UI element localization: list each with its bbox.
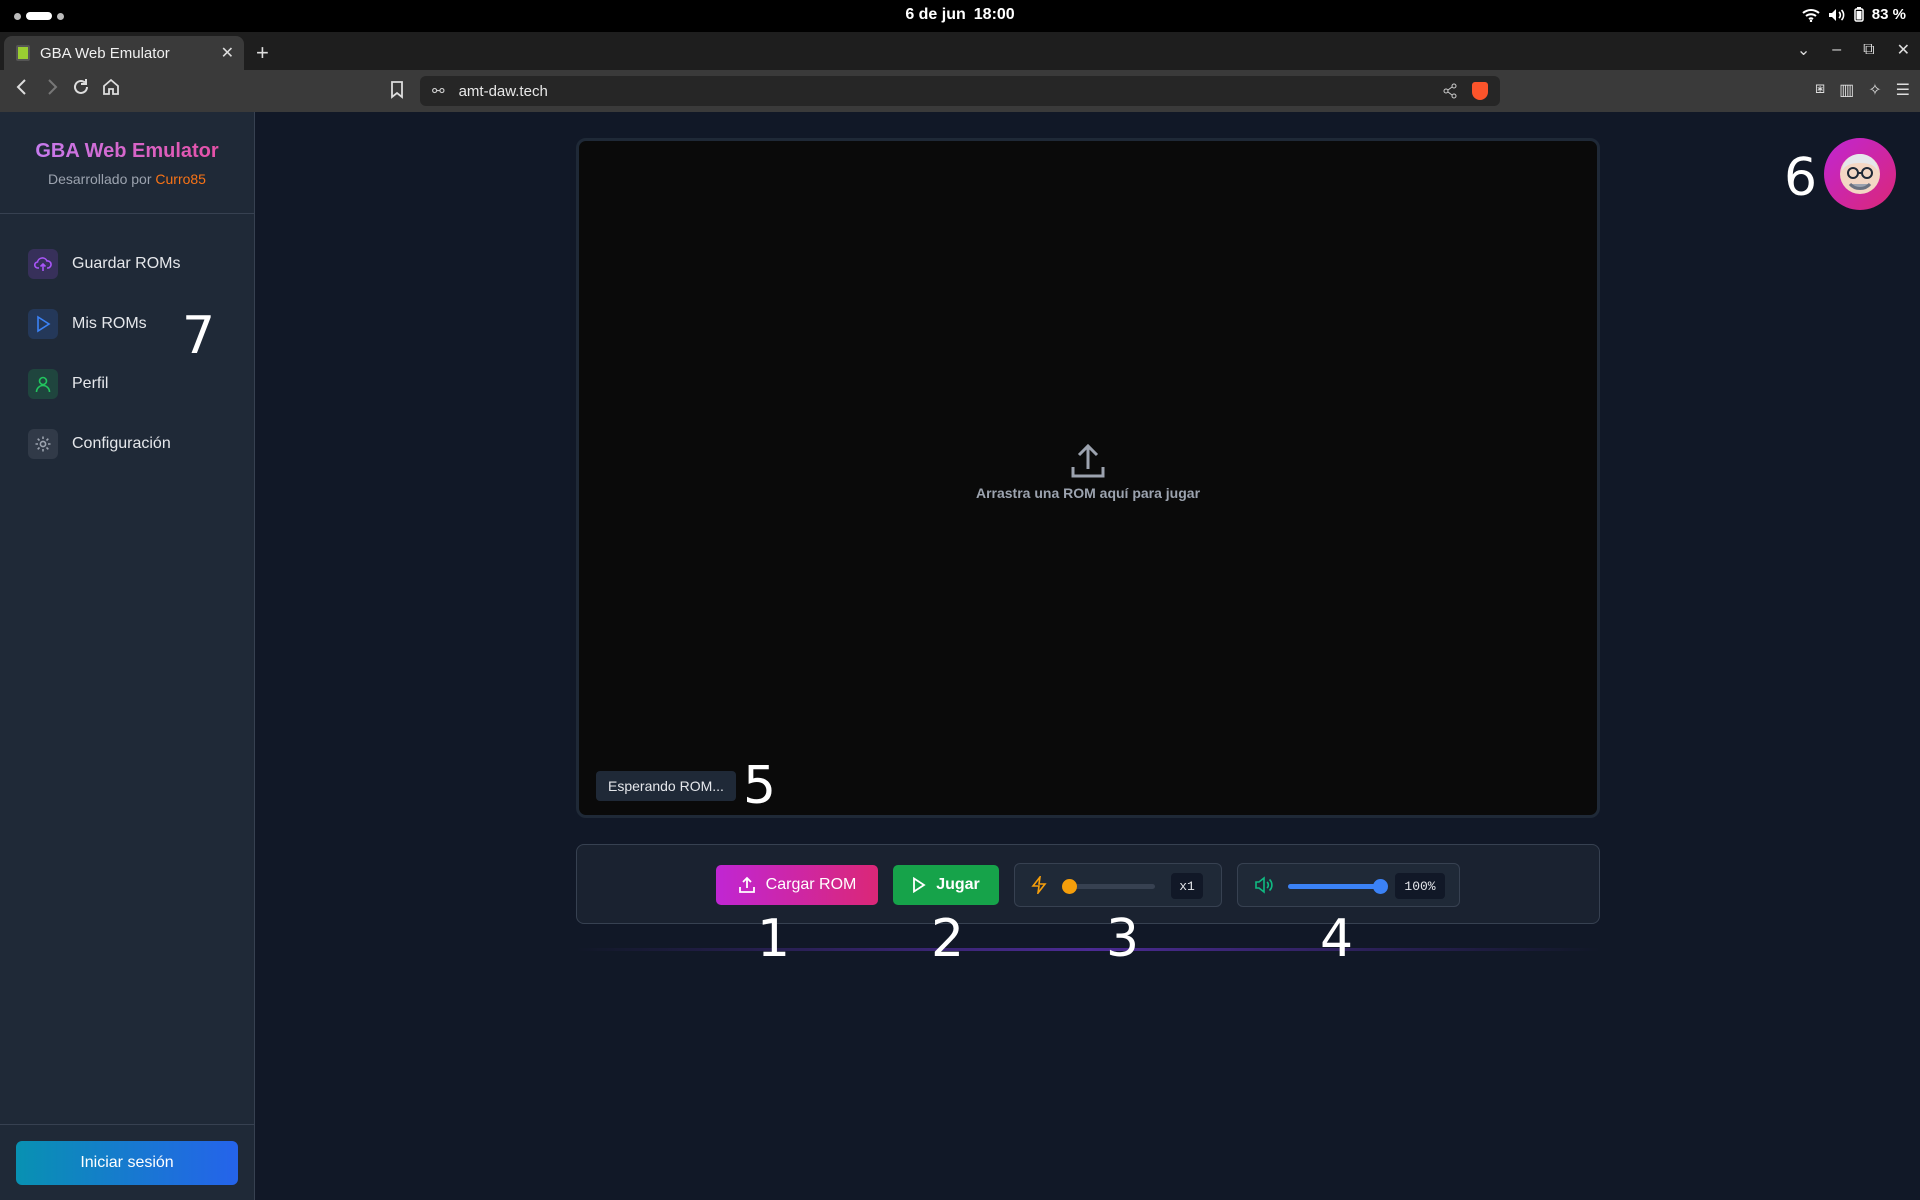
volume-control: 100% [1237, 863, 1460, 907]
clock-time: 18:00 [973, 6, 1015, 23]
sidebar-item-mis-roms[interactable]: Mis ROMs [0, 294, 254, 354]
sidebar-toggle-icon[interactable]: ▥ [1839, 80, 1854, 100]
annotation-marker-6: 6 [1784, 148, 1818, 208]
tab-title: GBA Web Emulator [40, 44, 170, 62]
forward-icon[interactable] [44, 78, 60, 96]
battery-percentage: 83 % [1871, 6, 1906, 23]
back-icon[interactable] [14, 78, 30, 96]
close-window-icon[interactable]: ✕ [1897, 40, 1910, 60]
window-controls: ⌄ – ⧉ ✕ [1797, 40, 1910, 60]
sidebar-item-label: Guardar ROMs [72, 255, 181, 272]
clock-date: 6 de jun [905, 6, 966, 23]
play-label: Jugar [936, 876, 980, 893]
decorative-glow-line [576, 948, 1600, 951]
gear-icon [28, 429, 58, 459]
speaker-icon [1255, 876, 1273, 894]
annotation-marker-5: 5 [743, 756, 777, 816]
browser-tab[interactable]: GBA Web Emulator ✕ [4, 36, 244, 70]
annotation-marker-2: 2 [931, 909, 965, 969]
brand-header: GBA Web Emulator Desarrollado por Curro8… [0, 112, 254, 214]
upload-icon [1071, 443, 1105, 478]
sidebar-nav: Guardar ROMs Mis ROMs Perfil Configuraci… [0, 214, 254, 474]
sidebar-item-guardar-roms[interactable]: Guardar ROMs [0, 234, 254, 294]
system-tray[interactable]: 83 % [1802, 6, 1906, 23]
upload-icon [738, 876, 755, 893]
play-icon [913, 877, 926, 893]
browser-tab-strip: GBA Web Emulator ✕ + ⌄ – ⧉ ✕ [0, 32, 1920, 70]
extensions-icon[interactable]: ⧆ [1815, 80, 1825, 100]
user-avatar-face-icon [1840, 154, 1880, 194]
developer-credit: Desarrollado por Curro85 [0, 171, 254, 187]
tab-list-chevron-icon[interactable]: ⌄ [1797, 40, 1810, 60]
toolbar-right-actions: ⧆ ▥ ✧ ☰ [1815, 80, 1910, 100]
url-text[interactable]: amt-daw.tech [459, 83, 1442, 100]
drop-zone-text: Arrastra una ROM aquí para jugar [975, 485, 1201, 501]
reload-icon[interactable] [72, 78, 90, 96]
volume-value: 100% [1395, 873, 1445, 899]
sidebar-item-perfil[interactable]: Perfil [0, 354, 254, 414]
volume-icon [1828, 8, 1845, 21]
volume-slider[interactable] [1288, 879, 1388, 894]
user-icon [28, 369, 58, 399]
annotation-marker-4: 4 [1320, 909, 1354, 969]
emulator-screen[interactable]: Arrastra una ROM aquí para jugar Esperan… [576, 138, 1600, 818]
gameboy-favicon-icon [16, 45, 30, 61]
leo-ai-icon[interactable]: ✧ [1868, 80, 1881, 100]
bookmark-icon[interactable] [390, 81, 404, 99]
annotation-marker-7: 7 [182, 306, 216, 366]
close-tab-icon[interactable]: ✕ [221, 43, 234, 63]
annotation-marker-3: 3 [1106, 909, 1140, 969]
os-status-bar: 6 de jun 18:00 83 % [0, 0, 1920, 32]
sidebar-item-label: Mis ROMs [72, 315, 147, 332]
app-sidebar: GBA Web Emulator Desarrollado por Curro8… [0, 112, 255, 1200]
speed-control: x1 [1014, 863, 1222, 907]
speed-value: x1 [1171, 873, 1203, 899]
new-tab-button[interactable]: + [256, 40, 269, 66]
controls-bar: Cargar ROM Jugar x1 100% [576, 844, 1600, 924]
menu-icon[interactable]: ☰ [1896, 80, 1910, 100]
play-icon [28, 309, 58, 339]
login-area: Iniciar sesión [0, 1124, 254, 1200]
play-button[interactable]: Jugar [893, 865, 999, 905]
address-bar[interactable]: ⚯ amt-daw.tech [420, 76, 1500, 106]
volume-slider-knob[interactable] [1372, 879, 1388, 894]
browser-toolbar: ⚯ amt-daw.tech ⧆ ▥ ✧ ☰ [0, 70, 1920, 112]
wifi-icon [1802, 8, 1820, 22]
home-icon[interactable] [102, 78, 120, 96]
avatar[interactable] [1824, 138, 1896, 210]
site-settings-icon[interactable]: ⚯ [432, 82, 445, 100]
restore-icon[interactable]: ⧉ [1863, 41, 1874, 59]
status-badge: Esperando ROM... [596, 771, 736, 801]
author-name: Curro85 [155, 171, 206, 187]
sidebar-item-label: Configuración [72, 435, 171, 452]
rom-drop-zone[interactable]: Arrastra una ROM aquí para jugar [579, 441, 1597, 501]
lightning-icon [1031, 876, 1047, 894]
credit-prefix: Desarrollado por [48, 171, 152, 187]
battery-icon [1854, 7, 1864, 22]
minimize-icon[interactable]: – [1832, 41, 1841, 59]
load-rom-label: Cargar ROM [765, 876, 857, 893]
sidebar-item-label: Perfil [72, 375, 109, 392]
volume-slider-fill [1288, 884, 1380, 889]
speed-slider-knob[interactable] [1062, 879, 1077, 894]
share-icon[interactable] [1442, 83, 1458, 99]
speed-slider[interactable] [1062, 879, 1155, 894]
brave-shields-icon[interactable] [1472, 82, 1488, 100]
login-button[interactable]: Iniciar sesión [16, 1141, 238, 1185]
app-title: GBA Web Emulator [0, 140, 254, 163]
annotation-marker-1: 1 [757, 909, 791, 969]
clock[interactable]: 6 de jun 18:00 [0, 6, 1920, 24]
sidebar-item-configuracion[interactable]: Configuración [0, 414, 254, 474]
cloud-upload-icon [28, 249, 58, 279]
load-rom-button[interactable]: Cargar ROM [716, 865, 878, 905]
